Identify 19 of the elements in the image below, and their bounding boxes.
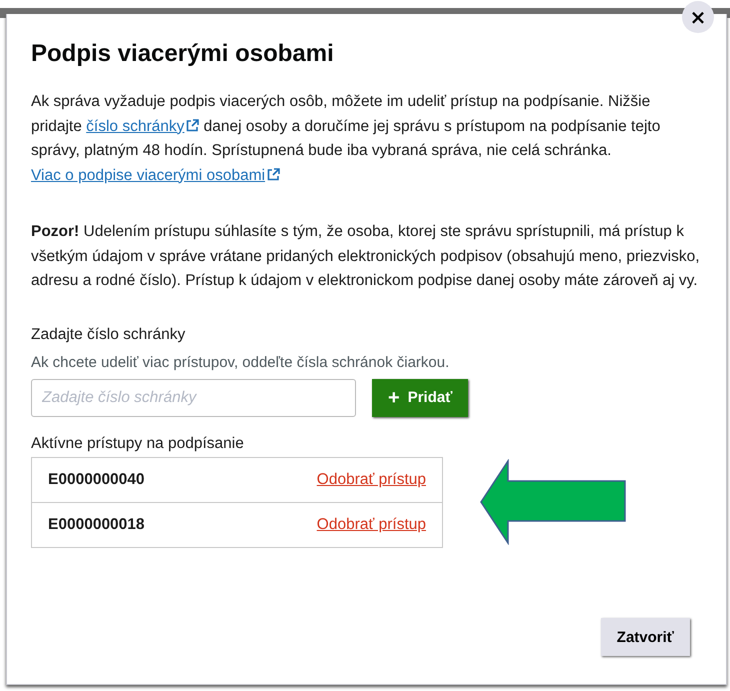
mailbox-id: E0000000018	[48, 516, 145, 534]
field-hint: Ak chcete udeliť viac prístupov, oddeľte čísla schránok čiarkou.	[31, 354, 450, 370]
remove-access-link[interactable]: Odobrať prístup	[316, 516, 426, 534]
close-dialog-button[interactable]: Zatvoriť	[600, 618, 690, 656]
close-button[interactable]: ×	[682, 1, 714, 33]
external-link-icon	[186, 118, 200, 132]
help-link[interactable]: Viac o podpise viacerými osobami	[31, 166, 266, 184]
external-link-icon	[267, 168, 280, 180]
mailbox-id: E0000000040	[48, 470, 145, 488]
list-title: Aktívne prístupy na podpísanie	[31, 434, 245, 452]
add-button[interactable]: + Pridať	[372, 378, 468, 416]
arrow-icon	[480, 459, 626, 545]
help-link[interactable]: číslo schránky	[86, 118, 184, 134]
field-label: Zadajte číslo schránky	[31, 326, 186, 344]
warning-paragraph: Pozor! Udelením prístupu súhlasíte s tým, že osoba, ktorej ste správu sprístupnili, má prístup k všetkým údajom v správe vrátane pridaných elektronických podpisov (obsahujú meno, priezvisko, adresu a rodné číslo). Prístup k údajom v elektronickom podpise danej osoby máte zároveň aj vy.	[31, 222, 701, 291]
remove-access-link[interactable]: Odobrať prístup	[316, 470, 426, 488]
mailbox-number-field[interactable]: Zadajte číslo schránky	[31, 378, 356, 416]
intro-paragraph: Ak správa vyžaduje podpis viacerých osôb, môžete im udeliť prístup na podpísanie. Nižšie pridajte číslo schránky danej osoby a doručíme jej správu s prístupom na podpísanie tejto správy, platným 48 hodín. Sprístupnená bude iba vybraná správa, nie celá schránka. Viac o podpise viacerými osobami	[31, 92, 662, 186]
dialog-title: Podpis viacerými osobami	[31, 40, 335, 68]
